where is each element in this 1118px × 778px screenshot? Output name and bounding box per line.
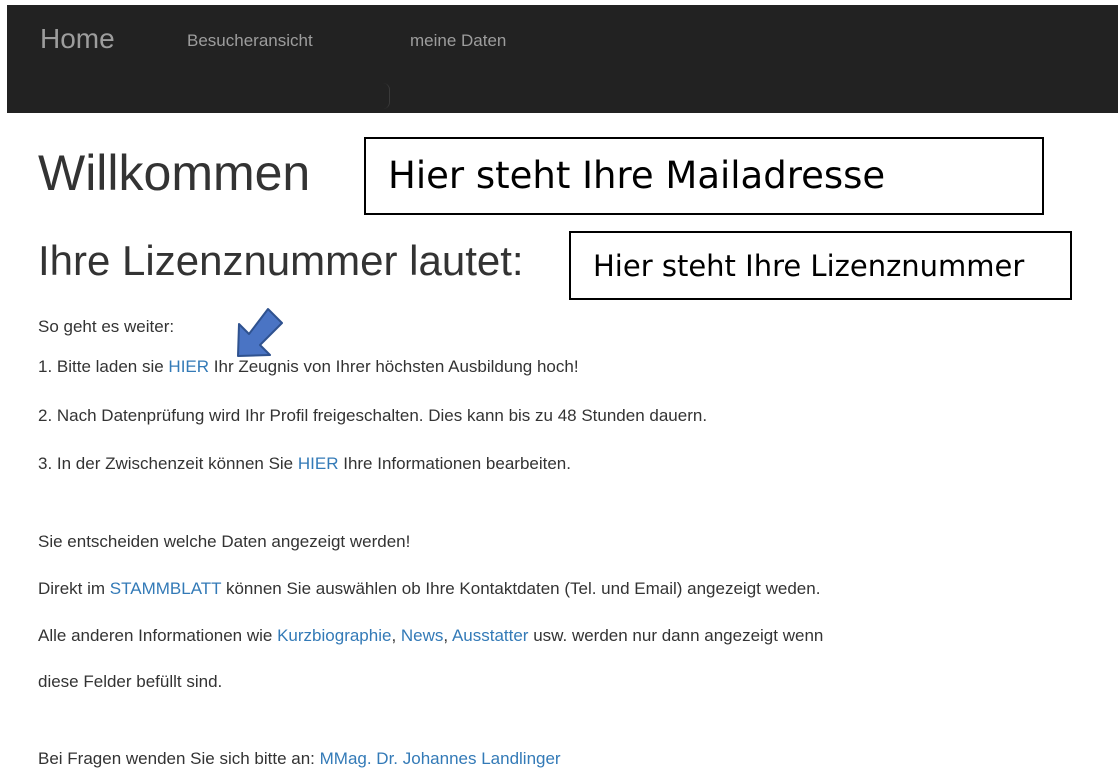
welcome-heading: Willkommen bbox=[38, 145, 311, 201]
short-biography-link[interactable]: Kurzbiographie bbox=[277, 626, 391, 645]
data-visibility-line-3: Alle anderen Informationen wie Kurzbiogr… bbox=[38, 626, 824, 645]
nav-my-data-link[interactable]: meine Daten bbox=[410, 31, 506, 51]
step-3-text: 3. In der Zwischenzeit können Sie HIER I… bbox=[38, 454, 571, 473]
upload-certificate-link[interactable]: HIER bbox=[168, 357, 209, 376]
license-number-heading: Ihre Lizenznummer lautet: bbox=[38, 237, 524, 284]
license-number-placeholder-box: Hier steht Ihre Lizenznummer bbox=[569, 231, 1072, 300]
nav-home-link[interactable]: Home bbox=[40, 23, 115, 55]
news-link[interactable]: News bbox=[401, 626, 444, 645]
top-navbar: Home Besucheransicht meine Daten bbox=[7, 5, 1118, 113]
step-1-text: 1. Bitte laden sie HIER Ihr Zeugnis von … bbox=[38, 357, 579, 376]
mail-address-placeholder-box: Hier steht Ihre Mailadresse bbox=[364, 137, 1044, 215]
contact-person-link[interactable]: MMag. Dr. Johannes Landlinger bbox=[320, 749, 561, 768]
nav-visitor-view-link[interactable]: Besucheransicht bbox=[187, 31, 313, 51]
data-visibility-line-4: diese Felder befüllt sind. bbox=[38, 672, 223, 691]
step-2-text: 2. Nach Datenprüfung wird Ihr Profil fre… bbox=[38, 406, 708, 425]
contact-line: Bei Fragen wenden Sie sich bitte an: MMa… bbox=[38, 749, 561, 768]
arrow-down-left-icon bbox=[237, 308, 283, 357]
edit-information-link[interactable]: HIER bbox=[298, 454, 339, 473]
cursor-artifact bbox=[383, 83, 390, 109]
stammblatt-link[interactable]: STAMMBLATT bbox=[110, 579, 221, 598]
steps-intro: So geht es weiter: bbox=[38, 317, 175, 336]
outfitter-link[interactable]: Ausstatter bbox=[452, 626, 529, 645]
data-visibility-line-2: Direkt im STAMMBLATT können Sie auswähle… bbox=[38, 579, 821, 598]
data-visibility-heading: Sie entscheiden welche Daten angezeigt w… bbox=[38, 532, 411, 551]
